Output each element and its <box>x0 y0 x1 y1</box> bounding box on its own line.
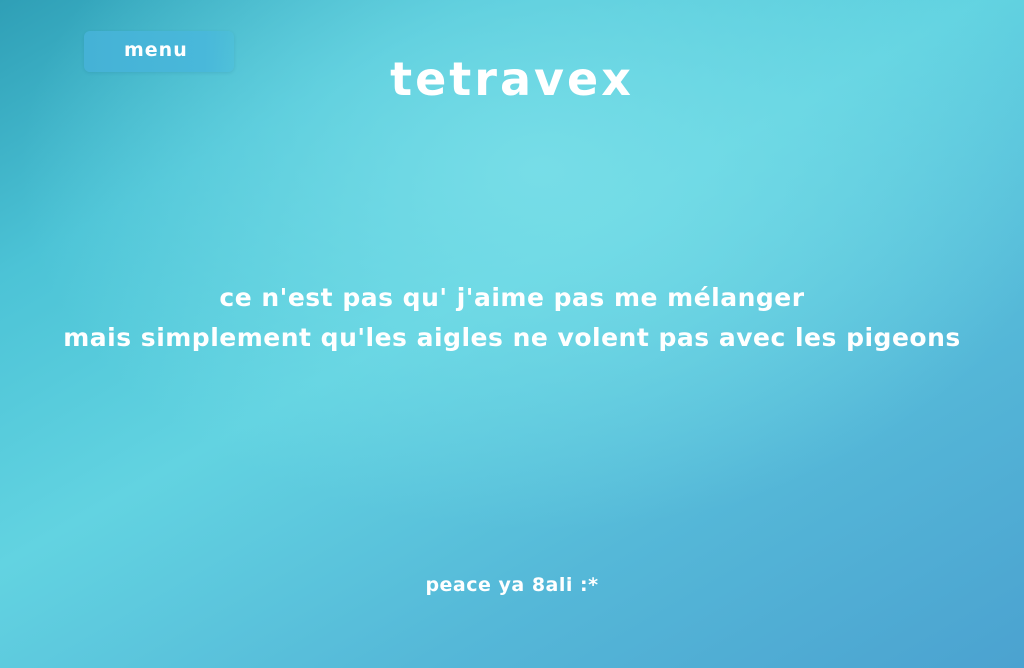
app-title: tetravex <box>390 52 634 106</box>
quote-line-1: ce n'est pas qu' j'aime pas me mélanger <box>219 283 805 312</box>
quote-line-2: mais simplement qu'les aigles ne volent … <box>63 323 961 352</box>
footer-note: peace ya 8ali :* <box>425 574 599 596</box>
quote-text: ce n'est pas qu' j'aime pas me mélanger … <box>0 278 1024 358</box>
